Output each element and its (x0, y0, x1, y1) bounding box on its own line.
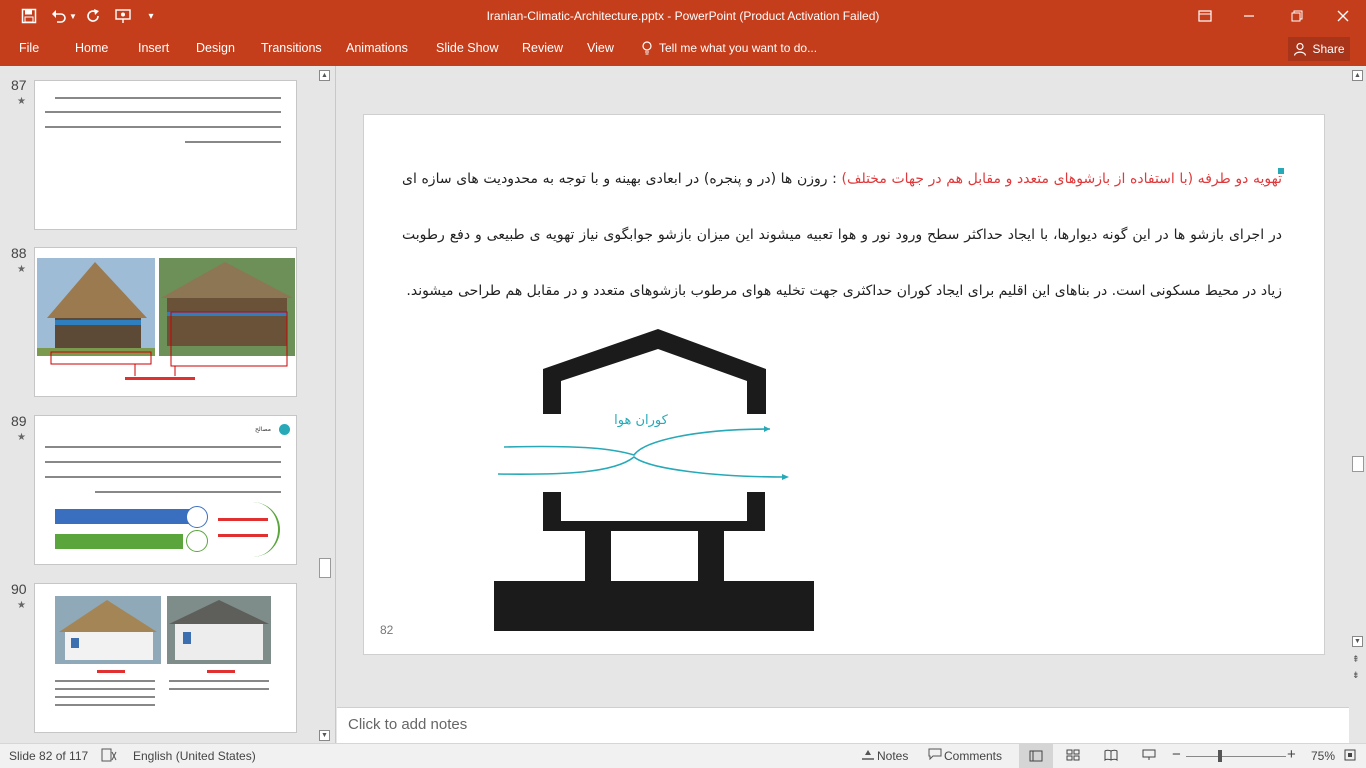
slide-thumbnail-89[interactable]: مصالح (34, 415, 297, 565)
scroll-thumb[interactable] (319, 558, 331, 578)
ribbon-tabs: File Home Insert Design Transitions Anim… (0, 33, 1366, 66)
notes-button[interactable]: Notes (877, 749, 908, 763)
animation-star-icon: ★ (17, 264, 26, 275)
restore-icon[interactable] (1285, 6, 1309, 26)
share-button[interactable]: Share (1288, 37, 1350, 61)
tab-view[interactable]: View (587, 41, 614, 55)
lightbulb-icon (642, 41, 652, 55)
slide-sorter-icon[interactable] (1066, 749, 1080, 764)
slide-thumbnail-88[interactable] (34, 247, 297, 397)
window-title: Iranian-Climatic-Architecture.pptx - Pow… (486, 9, 880, 23)
scroll-down-arrow[interactable]: ▼ (1352, 636, 1363, 647)
minimize-icon[interactable] (1237, 6, 1261, 26)
cross-ventilation-diagram: کوران هوا (494, 329, 814, 631)
previous-slide-icon[interactable]: ⇞ (1352, 654, 1360, 665)
status-bar: Slide 82 of 117 English (United States) … (0, 743, 1366, 768)
editor-scrollbar[interactable]: ▲ ▼ ⇞ ⇟ (1349, 66, 1366, 707)
tab-transitions[interactable]: Transitions (261, 41, 322, 55)
scroll-thumb[interactable] (1352, 456, 1364, 472)
tab-design[interactable]: Design (196, 41, 235, 55)
thumb-caption: مصالح (255, 426, 271, 433)
thumb-number: 88 (11, 245, 27, 261)
notes-toggle-icon[interactable] (861, 748, 875, 763)
person-icon (1294, 42, 1307, 56)
slide-canvas[interactable]: تهویه دو طرفه (با استفاده از بازشوهای مت… (363, 114, 1325, 655)
tab-slide-show[interactable]: Slide Show (436, 41, 499, 55)
next-slide-icon[interactable]: ⇟ (1352, 670, 1360, 681)
notes-pane[interactable]: Click to add notes (337, 707, 1349, 743)
slideshow-view-icon[interactable] (1142, 749, 1156, 764)
slide-body: : روزن ها (در و پنجره) در ابعادی بهینه و… (402, 171, 1282, 299)
slide-thumbnail-90[interactable] (34, 583, 297, 733)
tab-review[interactable]: Review (522, 41, 563, 55)
house-photos-thumb (37, 258, 295, 380)
fit-slide-icon[interactable] (1343, 748, 1357, 765)
tab-home[interactable]: Home (75, 41, 108, 55)
tab-insert[interactable]: Insert (138, 41, 169, 55)
animation-star-icon: ★ (17, 600, 26, 611)
scroll-up-arrow[interactable]: ▲ (319, 70, 330, 81)
airflow-label: کوران هوا (614, 413, 668, 428)
slide-editor: تهویه دو طرفه (با استفاده از بازشوهای مت… (337, 66, 1349, 707)
thumb-number: 90 (11, 581, 27, 597)
spell-check-icon[interactable] (101, 748, 117, 765)
reading-view-icon[interactable] (1104, 749, 1118, 764)
slide-counter: Slide 82 of 117 (9, 749, 89, 763)
thumbnail-scrollbar[interactable]: ▲ ▼ (316, 66, 333, 743)
zoom-out-button[interactable]: − (1172, 746, 1181, 763)
language-indicator[interactable]: English (United States) (133, 749, 256, 763)
comments-icon[interactable] (928, 748, 942, 763)
comments-button[interactable]: Comments (944, 749, 1002, 763)
animation-star-icon: ★ (17, 432, 26, 443)
normal-view-icon[interactable] (1019, 744, 1053, 768)
slide-page-number: 82 (380, 623, 394, 637)
ribbon-display-options-icon[interactable] (1193, 6, 1217, 26)
close-icon[interactable] (1331, 6, 1355, 26)
zoom-in-button[interactable]: + (1287, 746, 1296, 763)
slide-thumbnail-87[interactable] (34, 80, 297, 230)
animation-star-icon: ★ (17, 96, 26, 107)
scroll-down-arrow[interactable]: ▼ (319, 730, 330, 741)
thumb-number: 87 (11, 77, 27, 93)
scroll-up-arrow[interactable]: ▲ (1352, 70, 1363, 81)
zoom-slider-thumb[interactable] (1218, 750, 1222, 762)
notes-placeholder: Click to add notes (348, 716, 468, 733)
zoom-level[interactable]: 75% (1311, 749, 1335, 763)
title-bar: ▼ ▾ Iranian-Climatic-Architecture.pptx -… (0, 0, 1366, 33)
thumbnail-pane: 87 ★ 88 ★ 89 ★ مصالح 90 ★ (0, 66, 336, 743)
slide-body-text[interactable]: تهویه دو طرفه (با استفاده از بازشوهای مت… (402, 151, 1282, 319)
share-label: Share (1312, 42, 1345, 56)
thumb-number: 89 (11, 413, 27, 429)
zoom-slider[interactable] (1186, 756, 1286, 757)
tab-file[interactable]: File (19, 41, 39, 55)
tell-me-box[interactable]: Tell me what you want to do... (641, 41, 817, 55)
house-photos-thumb (55, 596, 271, 706)
tab-animations[interactable]: Animations (346, 41, 408, 55)
tell-me-label: Tell me what you want to do... (659, 41, 818, 55)
slide-highlight-text: تهویه دو طرفه (با استفاده از بازشوهای مت… (841, 171, 1282, 187)
